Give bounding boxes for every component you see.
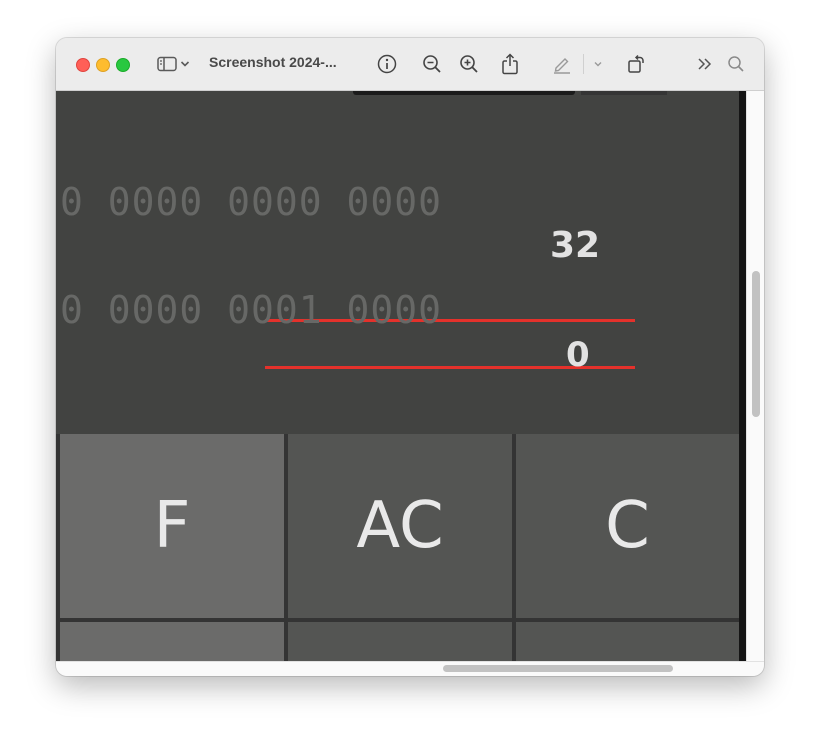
keypad-key-row2-1[interactable] (60, 622, 284, 661)
image-content: 0 0000 0000 0000 32 0 0000 0001 0000 0 F… (56, 91, 764, 661)
image-right-edge (739, 91, 746, 661)
all-clear-key[interactable]: AC (288, 434, 512, 618)
vertical-scroll-thumb[interactable] (752, 271, 760, 417)
markup-chevron-down-icon[interactable] (590, 52, 606, 76)
binary-row-1: 0 0000 0000 0000 (60, 180, 443, 224)
window-title: Screenshot 2024-... (209, 54, 337, 70)
calculator-display: 0 0000 0000 0000 32 0 0000 0001 0000 0 (56, 91, 739, 434)
zoom-out-icon[interactable] (420, 52, 444, 76)
info-icon[interactable] (375, 52, 399, 76)
chevron-down-icon[interactable] (177, 52, 193, 76)
markup-pen-icon[interactable] (550, 52, 574, 76)
search-icon[interactable] (724, 52, 748, 76)
f-key[interactable]: F (60, 434, 284, 618)
horizontal-scroll-thumb[interactable] (443, 665, 673, 672)
zoom-window-button[interactable] (116, 58, 130, 72)
sidebar-icon[interactable] (155, 52, 179, 76)
title-bar: Screenshot 2024-... (56, 38, 764, 91)
close-window-button[interactable] (76, 58, 90, 72)
keypad: F AC C (56, 434, 739, 661)
binary-row-2: 0 0000 0001 0000 (60, 288, 443, 332)
clear-key[interactable]: C (516, 434, 739, 618)
top-strip (353, 91, 575, 95)
more-chevrons-icon[interactable] (693, 52, 717, 76)
preview-window: Screenshot 2024-... 0 0000 0000 0000 32 … (56, 38, 764, 676)
bit-position-label-top: 32 (550, 225, 601, 266)
keypad-key-row2-3[interactable] (516, 622, 739, 661)
minimize-window-button[interactable] (96, 58, 110, 72)
top-strip-secondary (581, 91, 667, 95)
bit-position-label-bottom: 0 (566, 335, 590, 375)
rotate-icon[interactable] (625, 52, 649, 76)
keypad-key-row2-2[interactable] (288, 622, 512, 661)
zoom-in-icon[interactable] (457, 52, 481, 76)
share-icon[interactable] (498, 52, 522, 76)
